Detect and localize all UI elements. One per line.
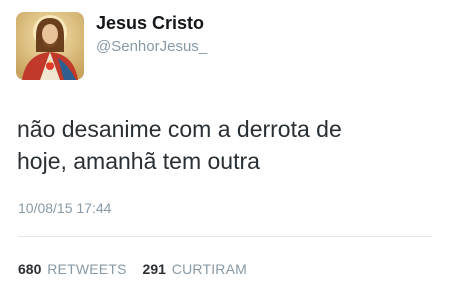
retweets-count: 680 xyxy=(18,261,42,277)
retweets-stat[interactable]: 680 RETWEETS xyxy=(18,261,143,277)
jesus-portrait-icon xyxy=(16,12,84,80)
likes-label: CURTIRAM xyxy=(171,261,248,277)
divider xyxy=(18,236,432,237)
tweet-text-line-1: não desanime com a derrota de xyxy=(17,116,342,142)
display-name[interactable]: Jesus Cristo xyxy=(96,13,204,34)
likes-count: 291 xyxy=(142,261,166,277)
tweet-card: Jesus Cristo @SenhorJesus_ não desanime … xyxy=(0,0,450,289)
retweets-label: RETWEETS xyxy=(47,261,127,277)
tweet-text-line-2: hoje, amanhã tem outra xyxy=(17,148,260,174)
avatar[interactable] xyxy=(16,12,84,80)
tweet-stats: 680 RETWEETS 291 CURTIRAM xyxy=(18,261,259,277)
tweet-timestamp[interactable]: 10/08/15 17:44 xyxy=(18,200,111,216)
tweet-text: não desanime com a derrota de hoje, aman… xyxy=(17,113,437,177)
user-handle[interactable]: @SenhorJesus_ xyxy=(96,38,207,55)
likes-stat[interactable]: 291 CURTIRAM xyxy=(143,261,259,277)
